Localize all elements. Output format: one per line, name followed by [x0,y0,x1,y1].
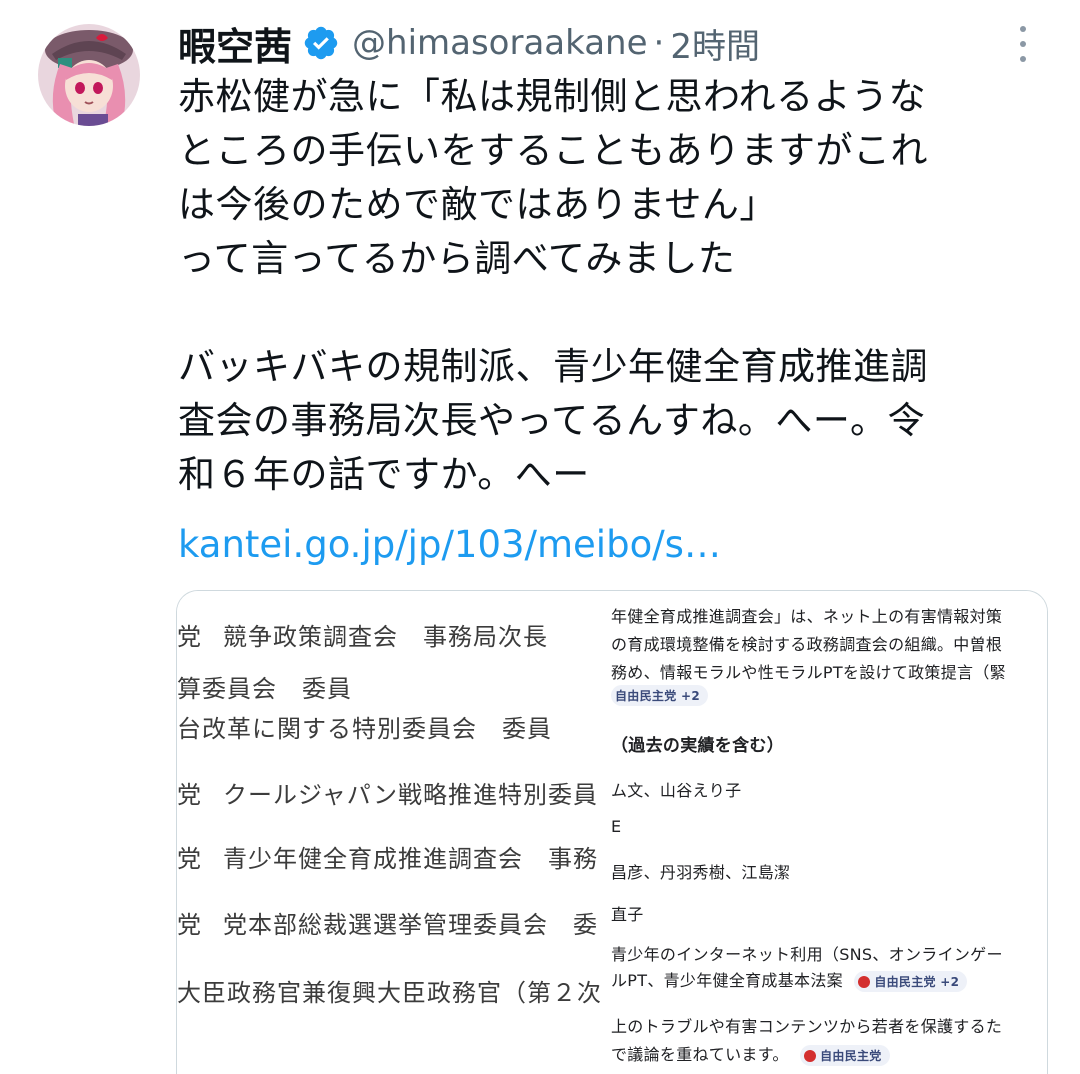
image-text-line: の育成環境整備を検討する政務調査会の組織。中曽根 [611,635,1003,654]
image-text-line: 年健全育成推進調査会」は、ネット上の有害情報対策 [611,607,1003,626]
tweet-text-line: 赤松健が急に「私は規制側と思われるような [178,75,927,118]
media-image-right[interactable]: 年健全育成推進調査会」は、ネット上の有害情報対策 の育成環境整備を検討する政務調… [609,591,1047,1074]
avatar-image [38,24,140,126]
tweet-header: 暇空茜 @himasoraakane · 2時間 [178,16,760,71]
tweet-text-line: って言ってるから調べてみました [178,237,736,280]
media-image-left[interactable]: 党競争政策調査会 事務局次長 算委員会 委員 台改革に関する特別委員会 委員 党… [177,591,605,1074]
image-section-heading: （過去の実績を含む） [611,736,784,756]
tweet-text-line: バッキバキの規制派、青少年健全育成推進調 [178,345,928,388]
tweet-text: 赤松健が急に「私は規制側と思われるような ところの手伝いをすることもありますがこ… [178,70,1048,502]
image-text-line: 昌彦、丹羽秀樹、江島潔 [611,863,791,882]
image-text-line: 党クールジャパン戦略推進特別委員 [177,781,598,809]
image-text-line: ム文、山谷えり子 [611,781,742,800]
image-text-line: 党競争政策調査会 事務局次長 [177,623,548,651]
image-text-line: 上のトラブルや有害コンテンツから若者を保護するた [611,1017,1003,1036]
more-options-icon[interactable] [1008,26,1038,62]
tweet-text-line: ところの手伝いをすることもありますがこれ [178,129,928,172]
user-handle[interactable]: @himasoraakane [352,23,648,63]
image-text-line: ルPT、青少年健全育成基本法案 自由民主党 +2 [611,967,968,992]
image-text-line: 務め、情報モラルや性モラルPTを設けて政策提言（緊 [611,663,1006,682]
party-logo-icon [804,1049,817,1062]
avatar[interactable] [38,24,140,126]
image-text-line: 台改革に関する特別委員会 委員 [177,715,552,743]
display-name[interactable]: 暇空茜 [178,16,292,71]
tweet-text-line: は今後のためで敵ではありません」 [178,183,777,226]
image-text-line: 党党本部総裁選選挙管理委員会 委 [177,911,598,939]
party-chip[interactable]: 自由民主党 [800,1045,890,1066]
verified-badge-icon [302,24,340,62]
tweet-text-line: 査会の事務局次長やってるんすね。へー。令 [178,399,926,442]
tweet-link[interactable]: kantei.go.jp/jp/103/meibo/s… [178,518,721,572]
image-text-line: E [611,817,622,836]
party-chip[interactable]: 自由民主党 +2 [611,685,708,706]
party-chip-row: 自由民主党 +2 [611,685,708,706]
tweet-text-line: 和６年の話ですか。へー [178,453,590,496]
image-text-line: で議論を重ねています。 自由民主党 [611,1041,890,1066]
party-logo-icon [858,975,871,988]
party-chip[interactable]: 自由民主党 +2 [854,971,968,992]
timestamp[interactable]: 2時間 [670,19,760,68]
image-text-line: 大臣政務官兼復興大臣政務官（第２次 [177,979,602,1007]
image-text-line: 直子 [611,905,644,924]
image-text-line: 青少年のインターネット利用（SNS、オンラインゲー [611,945,1003,964]
image-text-line: 党青少年健全育成推進調査会 事務 [177,845,598,873]
media-grid: 党競争政策調査会 事務局次長 算委員会 委員 台改革に関する特別委員会 委員 党… [176,590,1048,1074]
separator-dot: · [653,23,665,63]
image-text-line: 算委員会 委員 [177,675,352,703]
